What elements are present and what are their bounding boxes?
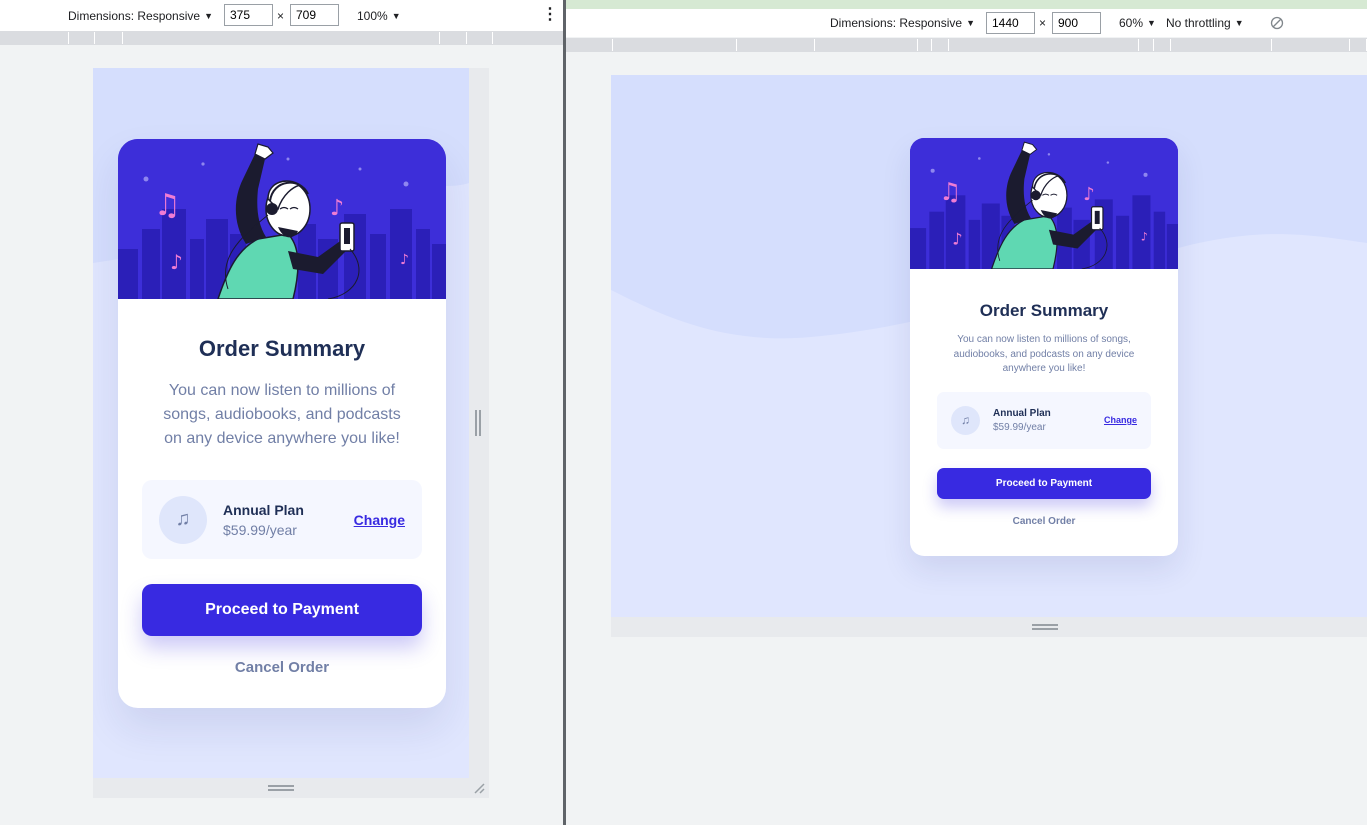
right-device-toolbar: Dimensions: Responsive ▼ × 60% ▼ No thro… [566, 9, 1367, 37]
caret-down-icon: ▼ [391, 11, 401, 21]
zoom-label: 60% [1119, 16, 1144, 30]
width-input[interactable] [986, 12, 1035, 34]
music-note-icon: ♫ [951, 405, 980, 435]
horizontal-grip-icon [268, 785, 294, 791]
plan-name: Annual Plan [223, 501, 304, 518]
cancel-order-button[interactable]: Cancel Order [910, 516, 1178, 527]
proceed-to-payment-button[interactable]: Proceed to Payment [937, 467, 1151, 499]
cancel-order-button[interactable]: Cancel Order [118, 659, 446, 676]
change-plan-link[interactable]: Change [1104, 415, 1137, 425]
hero-illustration [118, 139, 446, 299]
caret-down-icon: ▼ [204, 11, 213, 21]
caret-down-icon: ▼ [1234, 18, 1244, 28]
proceed-to-payment-button[interactable]: Proceed to Payment [142, 584, 422, 636]
card-description: You can now listen to millions of songs,… [953, 334, 1135, 374]
caret-down-icon: ▼ [966, 18, 975, 28]
plan-name: Annual Plan [993, 407, 1051, 419]
dimensions-label: Dimensions: Responsive [68, 9, 201, 23]
corner-resize-icon[interactable] [473, 782, 485, 794]
bottom-resize-handle[interactable] [611, 617, 1367, 637]
dimensions-dropdown[interactable]: Dimensions: Responsive ▼ [830, 16, 975, 30]
rotate-disabled-icon[interactable] [1270, 16, 1284, 30]
zoom-label: 100% [357, 9, 388, 23]
card-title: Order Summary [979, 301, 1109, 320]
plan-price: $59.99/year [223, 521, 297, 538]
plan-info: Annual Plan $59.99/year [993, 408, 1104, 433]
desktop-viewport: Order Summary You can now listen to mill… [611, 75, 1367, 617]
caret-down-icon: ▼ [1147, 18, 1156, 28]
vertical-grip-icon [475, 410, 481, 436]
plan-price: $59.99/year [993, 421, 1046, 433]
throttling-label: No throttling [1166, 16, 1231, 30]
bottom-resize-handle[interactable] [93, 778, 489, 798]
right-resize-handle[interactable] [469, 68, 489, 778]
media-query-bar[interactable] [566, 38, 1367, 52]
height-input[interactable] [290, 4, 339, 26]
zoom-dropdown[interactable]: 100% ▼ [357, 9, 401, 23]
kebab-menu-icon[interactable]: ⋮ [542, 7, 558, 23]
width-input[interactable] [224, 4, 273, 26]
plan-info: Annual Plan $59.99/year [223, 502, 354, 538]
left-device-toolbar: Dimensions: Responsive ▼ × 100% ▼ ⋮ [0, 0, 563, 31]
order-summary-card: Order Summary You can now listen to mill… [910, 138, 1178, 556]
height-input[interactable] [1052, 12, 1101, 34]
plan-box: ♫ Annual Plan $59.99/year Change [142, 480, 422, 559]
horizontal-grip-icon [1032, 624, 1058, 630]
zoom-dropdown[interactable]: 60% ▼ [1119, 16, 1156, 30]
plan-box: ♫ Annual Plan $59.99/year Change [937, 391, 1151, 449]
media-query-bar[interactable] [0, 31, 563, 45]
change-plan-link[interactable]: Change [354, 512, 405, 528]
dimensions-label: Dimensions: Responsive [830, 16, 963, 30]
dimensions-dropdown[interactable]: Dimensions: Responsive ▼ [68, 9, 213, 23]
hero-illustration [910, 138, 1178, 269]
times-symbol: × [1039, 16, 1047, 30]
card-title: Order Summary [198, 336, 366, 361]
card-description: You can now listen to millions of songs,… [163, 382, 401, 447]
order-summary-card: Order Summary You can now listen to mill… [118, 139, 446, 708]
throttling-dropdown[interactable]: No throttling ▼ [1166, 16, 1244, 30]
music-note-icon: ♫ [159, 495, 207, 544]
times-symbol: × [277, 9, 285, 23]
mobile-viewport: Order Summary You can now listen to mill… [93, 68, 469, 778]
